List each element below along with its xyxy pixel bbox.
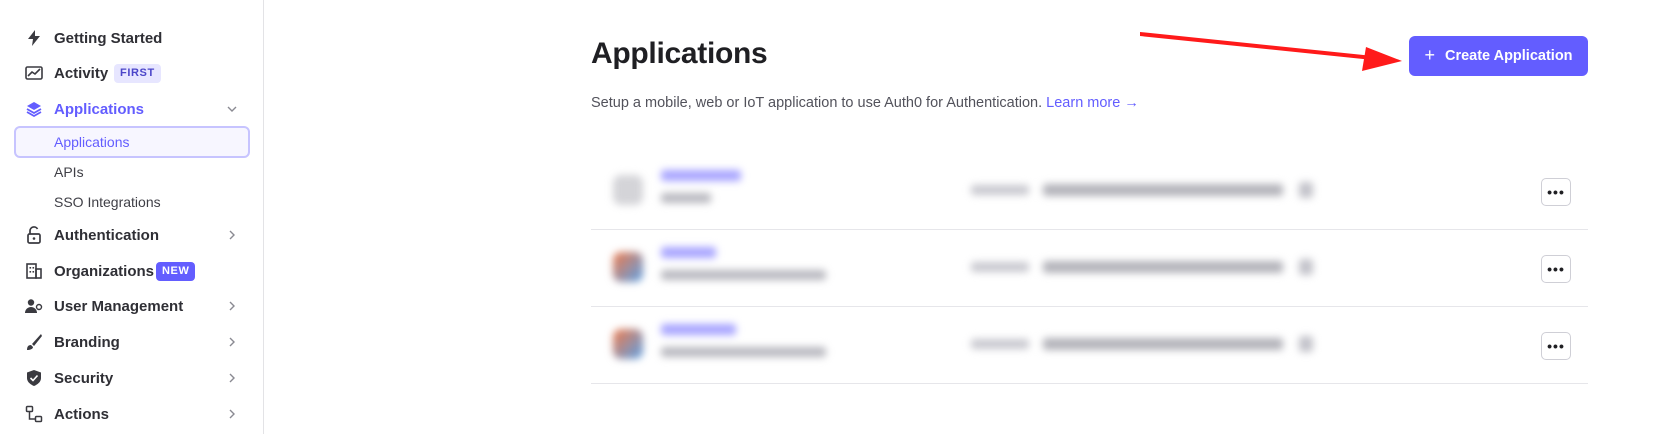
app-name-redacted bbox=[661, 324, 736, 335]
sidebar-item-user-management[interactable]: User Management bbox=[0, 289, 264, 323]
flow-icon bbox=[24, 404, 44, 424]
app-root: Getting Started Activity FIRST Applicati… bbox=[0, 0, 1680, 434]
app-type-redacted bbox=[661, 270, 826, 280]
copy-icon bbox=[1299, 182, 1313, 198]
sidebar-item-applications[interactable]: Applications bbox=[0, 92, 264, 126]
sidebar-subitem-applications[interactable]: Applications bbox=[14, 126, 250, 158]
chevron-right-icon bbox=[226, 408, 238, 420]
sidebar-item-label: Security bbox=[54, 369, 114, 387]
copy-icon bbox=[1299, 259, 1313, 275]
sidebar-item-actions[interactable]: Actions bbox=[0, 397, 264, 431]
row-more-button[interactable]: ••• bbox=[1541, 332, 1571, 360]
client-id-value-redacted bbox=[1043, 338, 1283, 350]
sidebar-item-label: Getting Started bbox=[54, 29, 163, 47]
sidebar-subitem-apis[interactable]: APIs bbox=[14, 156, 250, 188]
client-id-label-redacted bbox=[971, 185, 1029, 195]
new-badge: NEW bbox=[156, 261, 196, 281]
sidebar-item-organizations[interactable]: Organizations NEW bbox=[0, 254, 264, 288]
create-application-label: Create Application bbox=[1444, 48, 1573, 64]
copy-icon bbox=[1299, 336, 1313, 352]
app-avatar bbox=[613, 252, 643, 282]
client-id-value-redacted bbox=[1043, 261, 1283, 273]
sidebar-subitem-label: APIs bbox=[54, 164, 84, 180]
sidebar-subitem-label: Applications bbox=[54, 134, 130, 150]
page-title: Applications bbox=[591, 37, 768, 70]
app-type-redacted bbox=[661, 347, 826, 357]
sidebar-subitem-label: SSO Integrations bbox=[54, 194, 161, 210]
create-application-button[interactable]: + Create Application bbox=[1409, 36, 1588, 76]
plus-icon: + bbox=[1424, 44, 1435, 65]
learn-more-link[interactable]: Learn more → bbox=[1046, 95, 1139, 111]
annotation-arrow-icon bbox=[1140, 32, 1402, 71]
page-subtitle: Setup a mobile, web or IoT application t… bbox=[591, 95, 1139, 111]
sidebar-item-label: Applications bbox=[54, 100, 145, 118]
sidebar-item-activity[interactable]: Activity FIRST bbox=[0, 56, 264, 90]
chevron-right-icon bbox=[226, 300, 238, 312]
app-avatar bbox=[613, 329, 643, 359]
users-icon bbox=[24, 296, 44, 316]
app-name-redacted bbox=[661, 247, 716, 258]
row-more-button[interactable]: ••• bbox=[1541, 255, 1571, 283]
app-type-redacted bbox=[661, 193, 711, 203]
chevron-right-icon bbox=[226, 372, 238, 384]
lightning-icon bbox=[24, 28, 44, 48]
sidebar-item-branding[interactable]: Branding bbox=[0, 325, 264, 359]
client-id-value-redacted bbox=[1043, 184, 1283, 196]
client-id-label-redacted bbox=[971, 339, 1029, 349]
sidebar-item-security[interactable]: Security bbox=[0, 361, 264, 395]
app-avatar bbox=[613, 175, 643, 205]
application-row[interactable]: ••• bbox=[591, 230, 1588, 307]
application-row[interactable]: ••• bbox=[591, 307, 1588, 384]
lock-icon bbox=[24, 225, 44, 245]
sidebar: Getting Started Activity FIRST Applicati… bbox=[0, 0, 264, 434]
sidebar-item-label: Activity bbox=[54, 64, 109, 82]
layers-icon bbox=[24, 99, 44, 119]
shield-icon bbox=[24, 368, 44, 388]
chevron-right-icon bbox=[226, 229, 238, 241]
sidebar-item-label: Actions bbox=[54, 405, 110, 423]
sidebar-item-getting-started[interactable]: Getting Started bbox=[0, 21, 264, 55]
sidebar-item-label: User Management bbox=[54, 297, 184, 315]
chevron-down-icon bbox=[226, 103, 238, 115]
first-badge: FIRST bbox=[114, 63, 161, 83]
application-row[interactable]: ••• bbox=[591, 153, 1588, 230]
subtitle-text: Setup a mobile, web or IoT application t… bbox=[591, 95, 1043, 111]
client-id-label-redacted bbox=[971, 262, 1029, 272]
activity-chart-icon bbox=[24, 63, 44, 83]
sidebar-item-label: Authentication bbox=[54, 226, 159, 244]
row-more-button[interactable]: ••• bbox=[1541, 178, 1571, 206]
building-icon bbox=[24, 261, 44, 281]
sidebar-subitem-sso-integrations[interactable]: SSO Integrations bbox=[14, 186, 250, 218]
app-name-redacted bbox=[661, 170, 741, 181]
brush-icon bbox=[24, 332, 44, 352]
sidebar-item-label: Organizations bbox=[54, 262, 155, 280]
chevron-right-icon bbox=[226, 336, 238, 348]
sidebar-item-label: Branding bbox=[54, 333, 120, 351]
sidebar-item-authentication[interactable]: Authentication bbox=[0, 218, 264, 252]
